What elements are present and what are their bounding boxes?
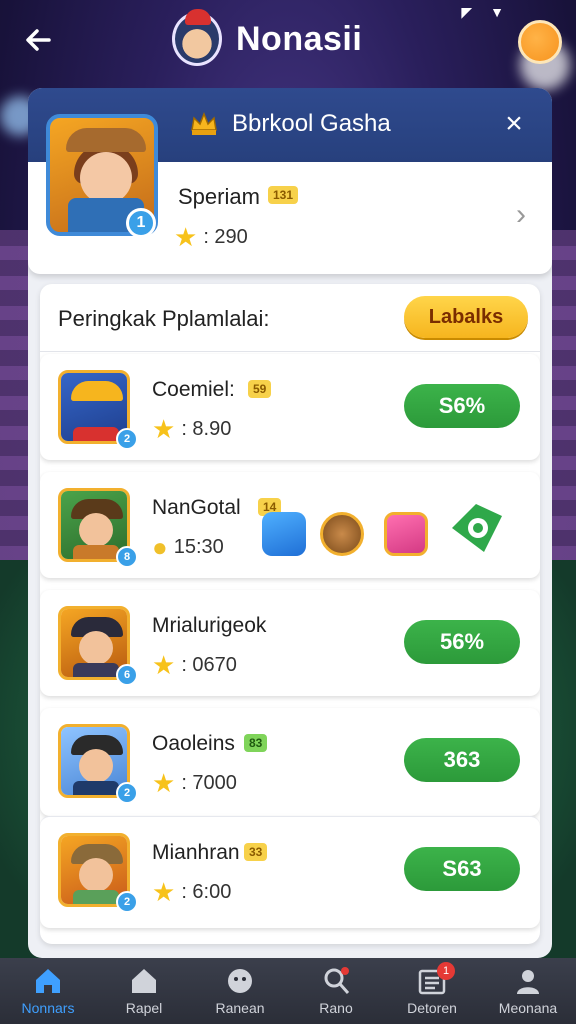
list-item[interactable]: 2 Coemiel: 59 ★ : 8.90 S6% (40, 354, 540, 460)
player-name: Oaoleins (152, 732, 235, 755)
profile-score: ★ : 290 (174, 224, 248, 250)
nav-label: Detoren (407, 1000, 457, 1016)
player-badge: 2 (116, 428, 138, 450)
bottom-nav: Nonnars Rapel Ranean Rano 1 Detoren Meon… (0, 958, 576, 1024)
player-score: ★ : 6:00 (152, 879, 231, 905)
percent-button[interactable]: 363 (404, 738, 520, 782)
page-title: Nonasii (236, 20, 363, 58)
crown-icon (191, 111, 217, 135)
ranking-list: Peringkak Pplamlalai: Labalks 2 Coemiel:… (40, 284, 540, 944)
percent-button[interactable]: S6% (404, 384, 520, 428)
nav-item-home[interactable]: Nonnars (0, 958, 96, 1024)
nav-label: Rano (319, 1000, 353, 1016)
bear-icon[interactable] (320, 512, 364, 556)
player-score-value: 15:30 (173, 535, 224, 558)
player-score-value: : 7000 (181, 771, 237, 794)
star-icon: ★ (152, 768, 176, 798)
ticket-icon[interactable] (444, 496, 508, 560)
chevron-right-icon[interactable]: › (516, 198, 526, 232)
list-item[interactable]: 6 Mrialurigeok ★ : 0670 56% (40, 590, 540, 696)
level-badge: 83 (244, 734, 268, 752)
player-badge: 2 (116, 782, 138, 804)
profile-score-value: : 290 (203, 225, 248, 248)
player-score-value: : 8.90 (181, 417, 232, 440)
player-name: Mianhran (152, 841, 240, 864)
list-item[interactable]: 2 Oaoleins 83 ★ : 7000 363 (40, 708, 540, 816)
list-icon: 1 (417, 962, 455, 996)
level-badge: 59 (248, 380, 272, 398)
percent-button[interactable]: S63 (404, 847, 520, 891)
player-badge: 8 (116, 546, 138, 568)
face-icon (228, 969, 252, 993)
percent-button[interactable]: 56% (404, 620, 520, 664)
player-score: ★ : 0670 (152, 652, 237, 678)
player-badge: 2 (116, 891, 138, 913)
player-score-value: : 6:00 (181, 880, 232, 903)
status-icons: ◤ ▼ (461, 4, 504, 21)
nav-item-rano[interactable]: Rano (288, 958, 384, 1024)
top-bar: Nonasii ◤ ▼ (0, 0, 576, 84)
back-button[interactable] (18, 20, 58, 60)
notification-badge: 1 (437, 962, 455, 980)
player-score-value: : 0670 (181, 653, 237, 676)
gacha-panel: Bbrkool Gasha × Speriam 131 ★ : 290 › 1 … (28, 88, 552, 958)
nav-item-rapel[interactable]: Rapel (96, 958, 192, 1024)
avatar-level-badge: 1 (126, 208, 156, 238)
home-icon (36, 969, 60, 993)
player-badge: 6 (116, 664, 138, 686)
robot-icon[interactable] (262, 512, 306, 556)
star-icon: ★ (174, 222, 198, 252)
profile-name: Speriam (178, 184, 260, 209)
nav-item-detoren[interactable]: 1 Detoren (384, 958, 480, 1024)
avatar[interactable] (172, 9, 222, 66)
panel-title: Bbrkool Gasha (232, 110, 391, 137)
gift-icon[interactable] (384, 512, 428, 556)
level-badge: 33 (244, 843, 268, 861)
coin-icon[interactable] (518, 20, 562, 64)
wifi-icon: ▼ (490, 4, 504, 20)
star-icon: ★ (152, 877, 176, 907)
star-icon: ★ (152, 650, 176, 680)
nav-label: Meonana (498, 1000, 558, 1016)
nav-item-ranean[interactable]: Ranean (192, 958, 288, 1024)
player-score: ★ : 8.90 (152, 416, 231, 442)
house-icon (132, 969, 156, 993)
nav-item-meonana[interactable]: Meonana (480, 958, 576, 1024)
list-item[interactable]: 8 NanGotal 14 ● 15:30 (40, 472, 540, 578)
search-user-icon (324, 967, 350, 994)
signal-icon: ◤ (461, 4, 473, 20)
ranking-title: Peringkak Pplamlalai: (58, 306, 270, 331)
user-icon (517, 970, 539, 994)
ranking-header: Peringkak Pplamlalai: Labalks (40, 284, 540, 352)
rankings-button[interactable]: Labalks (404, 296, 528, 338)
heart-icon: ● (152, 532, 168, 562)
player-score: ● 15:30 (152, 534, 224, 560)
nav-label: Nonnars (21, 1000, 75, 1016)
player-score: ★ : 7000 (152, 770, 237, 796)
player-name: Mrialurigeok (152, 614, 267, 637)
level-badge: 131 (268, 186, 299, 204)
list-item[interactable]: 2 Mianhran 33 ★ : 6:00 S63 (40, 816, 540, 928)
player-name: Coemiel: (152, 378, 235, 401)
close-button[interactable]: × (496, 106, 532, 142)
player-name: NanGotal (152, 496, 241, 519)
nav-label: Rapel (125, 1000, 163, 1016)
nav-label: Ranean (215, 1000, 265, 1016)
back-arrow-icon (26, 29, 51, 51)
star-icon: ★ (152, 414, 176, 444)
